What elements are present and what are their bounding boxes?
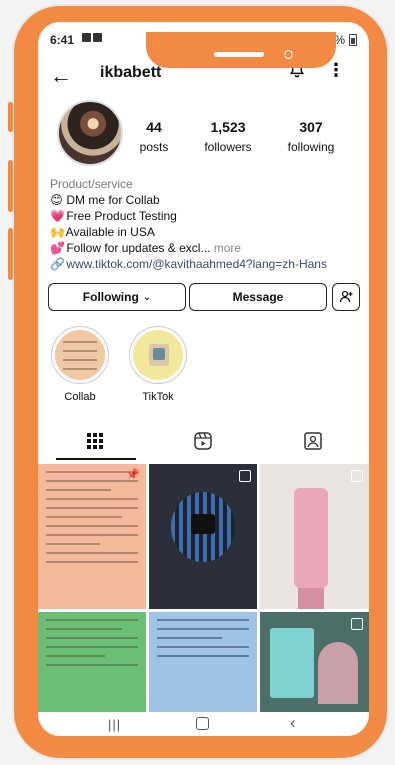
nav-back-icon[interactable]: ‹ <box>290 713 296 733</box>
system-nav-bar: ||| ‹ <box>38 712 369 736</box>
post-thumbnail[interactable]: 📌 <box>38 464 146 609</box>
profile-tabs <box>38 422 369 460</box>
highlight-label: TikTok <box>142 391 174 403</box>
message-button[interactable]: Message <box>189 283 327 311</box>
highlight-tiktok[interactable]: TikTok <box>129 326 187 403</box>
tagged-icon[interactable] <box>302 430 324 452</box>
more-vertical-icon[interactable]: ⋮ <box>327 60 345 81</box>
highlight-ring <box>51 326 109 384</box>
link-icon: 🔗 <box>50 257 65 271</box>
avatar[interactable] <box>57 100 123 166</box>
stat-number: 307 <box>299 119 323 135</box>
bio-category: Product/service <box>50 177 133 191</box>
phone-notch <box>146 32 336 68</box>
post-thumbnail[interactable] <box>260 464 369 609</box>
stat-label: followers <box>204 140 252 154</box>
chevron-down-icon: ⌄ <box>142 291 152 303</box>
bio-line: 😊 DM me for Collab <box>50 192 355 208</box>
highlight-ring <box>129 326 187 384</box>
phone-side-button <box>8 102 13 132</box>
camera-icon <box>284 50 293 59</box>
grid-icon[interactable] <box>84 430 106 452</box>
post-thumbnail[interactable] <box>260 612 369 712</box>
arrow-left-icon[interactable]: ← <box>50 63 72 89</box>
profile-username: ikbabett <box>100 64 162 81</box>
add-user-icon <box>339 290 353 303</box>
bio-text: Follow for updates & excl... <box>66 241 211 255</box>
hearts-emoji-icon: 💕 <box>50 241 65 255</box>
bio-line: 💕 Follow for updates & excl... more <box>50 240 355 256</box>
stat-followers[interactable]: 1,523 followers <box>196 119 260 154</box>
phone-side-button <box>8 228 13 280</box>
bio-link-text: www.tiktok.com/@kavithaahmed4?lang=zh-Ha… <box>66 257 327 271</box>
phone-side-button <box>8 160 13 212</box>
highlight-label: Collab <box>64 391 96 403</box>
highlight-cover <box>133 330 183 380</box>
bio-text: DM me for Collab <box>66 193 160 207</box>
following-button[interactable]: Following ⌄ <box>48 283 186 311</box>
stat-label: posts <box>139 140 169 154</box>
bio-link[interactable]: 🔗 www.tiktok.com/@kavithaahmed4?lang=zh-… <box>50 256 355 272</box>
bio-text: Free Product Testing <box>66 209 177 223</box>
highlight-collab[interactable]: Collab <box>51 326 109 403</box>
battery-icon <box>349 34 357 46</box>
bio-line: 💗 Free Product Testing <box>50 208 355 224</box>
pin-icon: 📌 <box>126 469 140 481</box>
home-icon[interactable] <box>196 717 209 730</box>
stat-posts[interactable]: 44 posts <box>136 119 172 154</box>
raised-hands-emoji-icon: 🙌 <box>50 225 65 239</box>
post-thumbnail[interactable] <box>38 612 146 712</box>
bio-more-link[interactable]: more <box>214 241 241 255</box>
speaker-grille <box>214 52 264 57</box>
post-thumbnail[interactable] <box>149 612 257 712</box>
bio-line: 🙌 Available in USA <box>50 224 355 240</box>
smile-emoji-icon: 😊 <box>50 193 63 207</box>
recent-apps-icon[interactable]: ||| <box>108 717 121 732</box>
reel-icon <box>239 470 251 482</box>
reels-icon[interactable] <box>192 430 214 452</box>
carousel-icon <box>351 618 363 630</box>
active-tab-indicator <box>56 458 136 460</box>
stat-number: 1,523 <box>210 119 246 135</box>
notification-icons <box>82 33 102 42</box>
phone-screen: 6:41 23% ← ikbabett ⋮ 44 posts 1,523 fol… <box>38 22 369 736</box>
highlight-cover <box>55 330 105 380</box>
status-time: 6:41 <box>50 33 75 47</box>
post-thumbnail[interactable] <box>149 464 257 609</box>
add-user-button[interactable] <box>332 283 360 311</box>
reel-icon <box>351 470 363 482</box>
profile-bio: Product/service 😊 DM me for Collab 💗 Fre… <box>50 176 355 272</box>
message-label: Message <box>232 290 284 304</box>
following-label: Following <box>82 290 139 304</box>
stat-following[interactable]: 307 following <box>278 119 344 154</box>
stat-label: following <box>287 140 335 154</box>
stat-number: 44 <box>146 119 162 135</box>
heart-emoji-icon: 💗 <box>50 209 65 223</box>
posts-grid: 📌 <box>38 464 369 712</box>
bio-text: Available in USA <box>65 225 155 239</box>
